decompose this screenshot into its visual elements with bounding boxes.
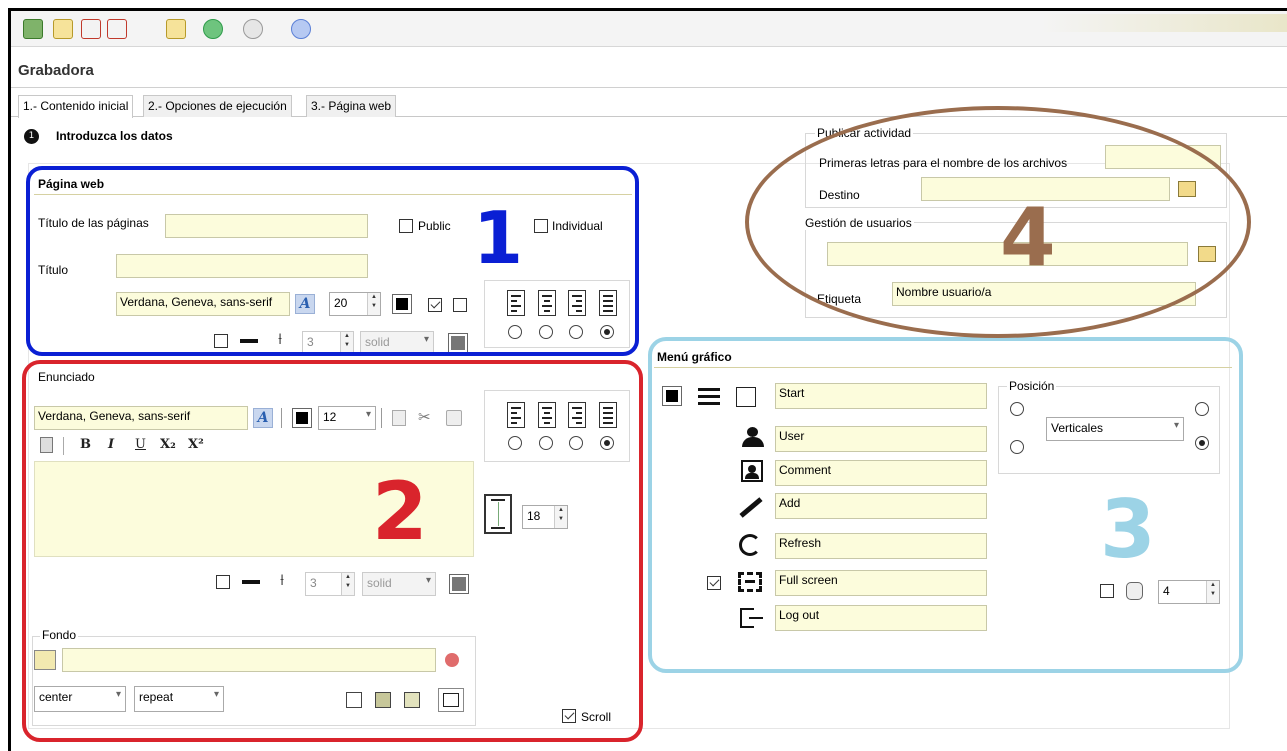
tab-opciones-ejecucion[interactable]: 2.- Opciones de ejecución — [143, 95, 292, 117]
annotation-box-2 — [22, 360, 643, 742]
toolbar-decoration — [1040, 14, 1287, 32]
step-one-icon: 1 — [24, 129, 39, 144]
save-as-icon[interactable] — [107, 19, 127, 39]
annotation-ellipse-4 — [745, 106, 1251, 338]
app-title: Grabadora — [18, 62, 94, 79]
main-heading: Introduzca los datos — [56, 129, 173, 143]
eye-icon[interactable] — [243, 19, 263, 39]
annotation-number-1: 1 — [473, 196, 524, 280]
save-icon[interactable] — [81, 19, 101, 39]
exit-icon[interactable] — [23, 19, 43, 39]
annotation-number-3: 3 — [1100, 483, 1156, 576]
annotation-number-2: 2 — [372, 465, 428, 558]
tab-pagina-web[interactable]: 3.- Página web — [306, 95, 397, 117]
help-icon[interactable] — [291, 19, 311, 39]
web-icon[interactable] — [203, 19, 223, 39]
annotation-box-1 — [26, 166, 639, 356]
title-bar — [11, 56, 1287, 88]
tab-contenido-inicial[interactable]: 1.- Contenido inicial — [18, 95, 134, 118]
annotation-number-4: 4 — [1000, 191, 1056, 284]
preview-icon[interactable] — [166, 19, 186, 39]
new-document-icon[interactable] — [53, 19, 73, 39]
